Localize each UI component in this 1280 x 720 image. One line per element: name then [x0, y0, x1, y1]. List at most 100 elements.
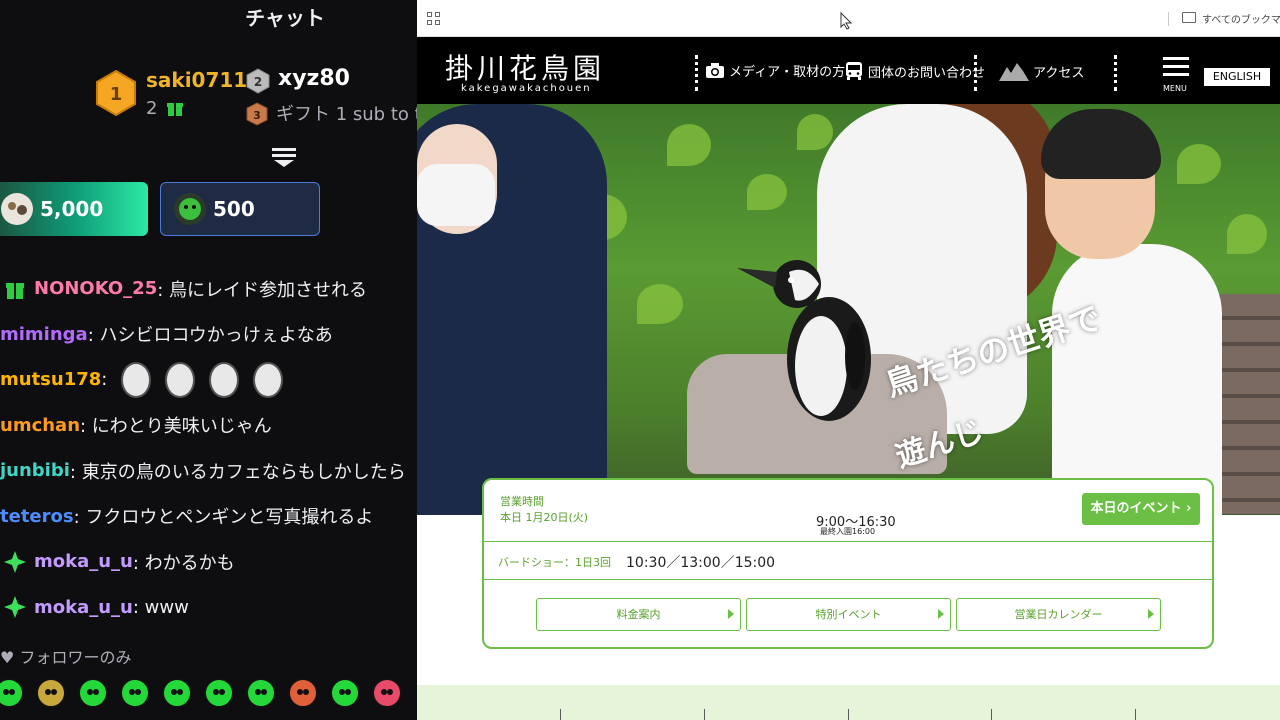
bird-show-times: 10:30／13:00／15:00 — [626, 555, 776, 571]
nav-access-label: アクセス — [1033, 65, 1085, 81]
today-event-label: 本日のイベント — [1090, 501, 1182, 516]
chat-username[interactable]: moka_u_u — [34, 551, 133, 572]
chat-message: teteros : フクロウとペンギンと写真撮れるよ — [0, 494, 417, 540]
divider — [991, 709, 992, 720]
chat-emote-icon — [121, 361, 152, 398]
collapse-leaderboard-icon[interactable] — [270, 146, 298, 168]
gift-badge-icon — [6, 282, 24, 299]
chat-text: : www — [132, 596, 189, 618]
divider — [704, 709, 705, 720]
bits-value: 5,000 — [40, 197, 104, 221]
hamburger-menu-icon[interactable] — [1163, 57, 1189, 81]
chat-title: チャット — [245, 6, 325, 30]
photo-boy — [1052, 244, 1222, 515]
all-bookmarks-link[interactable]: すべてのブックマーク — [1202, 11, 1280, 26]
chat-username[interactable]: mutsu178 — [0, 369, 101, 390]
svg-text:1: 1 — [110, 84, 123, 105]
gift-icon — [167, 103, 183, 116]
penguin-illustration — [737, 260, 871, 421]
bottom-nav-strip — [417, 685, 1280, 720]
bits-cheer-icon — [1, 193, 33, 225]
rank-1-badge-icon: 1 — [96, 70, 136, 116]
bits-pill-500[interactable]: 500 — [160, 182, 320, 236]
browser-content: すべてのブックマーク 掛川花鳥園 kakegawakachouen メディア・取… — [417, 0, 1280, 720]
apps-grid-icon[interactable] — [427, 12, 440, 25]
bits-green-icon — [174, 193, 206, 225]
chat-message: umchan : にわとり美味いじゃん — [0, 403, 417, 449]
emote-bar — [0, 678, 402, 708]
nav-group-label: 団体のお問い合わせ — [868, 65, 986, 81]
svg-text:3: 3 — [253, 109, 261, 122]
chat-username[interactable]: miminga — [0, 324, 88, 345]
special-event-button[interactable]: 特別イベント — [746, 598, 951, 631]
emote-icon[interactable] — [36, 678, 66, 708]
chat-text: : ハシビロコウかっけぇよなあ — [87, 325, 333, 347]
today-date: 本日 1月20日(火) — [500, 511, 589, 524]
emote-icon[interactable] — [120, 678, 150, 708]
bookmarks-bar: すべてのブックマーク — [417, 0, 1280, 37]
heart-icon: ♥ — [0, 648, 15, 667]
chat-username[interactable]: NONOKO_25 — [34, 278, 157, 299]
chat-username[interactable]: moka_u_u — [34, 597, 133, 618]
sparkle-badge-icon — [4, 550, 26, 573]
chat-text: : にわとり美味いじゃん — [80, 416, 272, 438]
chat-username[interactable]: junbibi — [0, 460, 70, 481]
chat-emote-icon — [209, 361, 240, 398]
emote-icon[interactable] — [330, 678, 360, 708]
emote-icon[interactable] — [288, 678, 318, 708]
hero-image: 鳥たちの世界で 遊んじ — [417, 104, 1280, 515]
menu-label: MENU — [1163, 84, 1187, 93]
bird-show-label: バードショー：1日3回 — [498, 556, 611, 569]
emote-icon[interactable] — [372, 678, 402, 708]
nav-divider — [1114, 55, 1118, 91]
map-mountain-icon — [999, 63, 1029, 81]
chat-emote-icon — [253, 361, 284, 398]
chat-text: : — [101, 369, 108, 391]
calendar-button[interactable]: 営業日カレンダー — [956, 598, 1161, 631]
divider — [484, 541, 1212, 542]
rank-3-badge-icon: 3 — [246, 102, 268, 126]
nav-media[interactable]: メディア・取材の方 — [705, 61, 845, 80]
chat-text: : 鳥にレイド参加させれる — [157, 279, 368, 301]
emote-icon[interactable] — [162, 678, 192, 708]
camera-icon — [706, 62, 724, 78]
pricing-button[interactable]: 料金案内 — [536, 598, 741, 631]
second-gifter-name[interactable]: xyz80 — [278, 66, 350, 91]
gift-leaderboard: 1 saki0711 2 2 xyz80 3 ギフト 1 sub to ta — [96, 66, 417, 126]
divider — [848, 709, 849, 720]
chat-emote-icon — [165, 361, 196, 398]
nav-divider — [695, 55, 699, 91]
emote-icon[interactable] — [78, 678, 108, 708]
emote-icon[interactable] — [204, 678, 234, 708]
chat-username[interactable]: umchan — [0, 415, 80, 436]
top-gifter-name[interactable]: saki0711 — [146, 68, 247, 92]
nav-divider — [974, 55, 978, 91]
info-box: 営業時間 本日 1月20日(火) 9:00〜16:30 最終入園16:00 本日… — [482, 478, 1214, 649]
chat-text: : フクロウとペンギンと写真撮れるよ — [73, 507, 374, 529]
third-gifter-text: ギフト 1 sub to ta — [276, 104, 417, 125]
mouse-cursor-icon — [840, 12, 852, 30]
site-logo-subtitle: kakegawakachouen — [461, 83, 592, 94]
divider — [484, 579, 1212, 580]
site-logo[interactable]: 掛川花鳥園 — [445, 47, 605, 87]
divider — [560, 709, 561, 720]
emote-icon[interactable] — [246, 678, 276, 708]
follower-only-notice: ♥ フォロワーのみ — [0, 644, 131, 668]
nav-group[interactable]: 団体のお問い合わせ — [844, 61, 985, 81]
chat-message: miminga : ハシビロコウかっけぇよなあ — [0, 312, 417, 358]
chat-message: moka_u_u : わかるかも — [0, 539, 417, 585]
emote-icon[interactable] — [0, 678, 24, 708]
today-event-button[interactable]: 本日のイベント › — [1082, 493, 1200, 525]
chat-username[interactable]: teteros — [0, 506, 74, 527]
rank-2-badge-icon: 2 — [246, 68, 270, 94]
bits-pill-5000[interactable]: 5,000 — [0, 182, 148, 236]
chat-message-list: NONOKO_25 : 鳥にレイド参加させれる miminga : ハシビロコウ… — [0, 266, 417, 630]
top-gifter-count: 2 — [146, 98, 158, 119]
folder-icon[interactable] — [1182, 12, 1196, 23]
sparkle-badge-icon — [4, 596, 26, 619]
photo-staff-mask — [417, 164, 495, 226]
nav-access[interactable]: アクセス — [999, 61, 1084, 81]
photo-boy-hair — [1041, 109, 1161, 179]
bus-icon — [846, 62, 862, 80]
english-button[interactable]: ENGLISH — [1204, 68, 1270, 86]
